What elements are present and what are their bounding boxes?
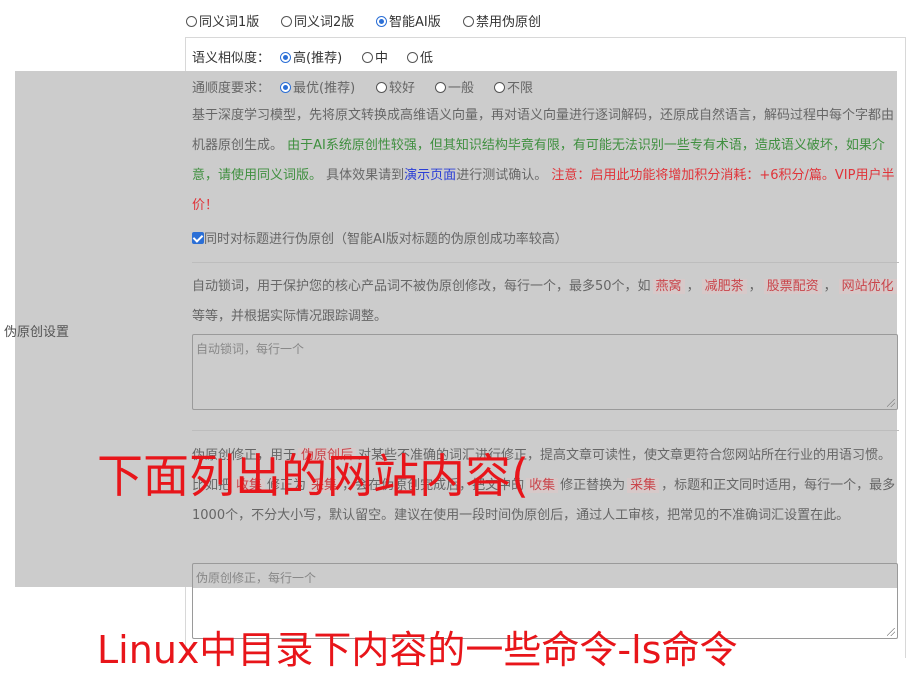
section-label: 伪原创设置 — [4, 325, 70, 340]
divider — [192, 430, 899, 431]
mode-option-synonym2[interactable]: 同义词2版 — [281, 11, 354, 30]
fluency-option-best[interactable]: 最优(推荐) — [280, 77, 355, 96]
demo-page-link[interactable]: 演示页面 — [404, 168, 456, 183]
mode-option-synonym1[interactable]: 同义词1版 — [186, 11, 259, 30]
resize-grip-icon[interactable] — [887, 399, 895, 407]
title-rewrite-checkbox[interactable]: 同时对标题进行伪原创（智能AI版对标题的伪原创成功率较高） — [192, 228, 568, 247]
radio-selected-icon[interactable] — [280, 82, 291, 93]
example-tag: 燕窝 — [652, 279, 685, 294]
lock-words-textarea[interactable]: 自动锁词，每行一个 — [192, 334, 898, 410]
fluency-option-good[interactable]: 较好 — [376, 77, 415, 96]
example-tag: 网站优化 — [838, 279, 897, 294]
mode-option-disable[interactable]: 禁用伪原创 — [463, 11, 541, 30]
frame-right-border — [905, 37, 906, 658]
ai-description: 基于深度学习模型，先将原文转换成高维语义向量，再对语义向量进行逐词解码，还原成自… — [192, 108, 895, 213]
similarity-option-medium[interactable]: 中 — [362, 47, 388, 66]
example-tag: 采集 — [627, 478, 660, 493]
mode-option-ai[interactable]: 智能AI版 — [376, 11, 441, 30]
radio-icon[interactable] — [376, 82, 387, 93]
radio-icon[interactable] — [281, 16, 292, 27]
lock-words-description: 自动锁词，用于保护您的核心产品词不被伪原创修改，每行一个，最多50个，如 燕窝，减… — [192, 272, 899, 332]
frame-top-border — [185, 37, 905, 38]
overlay-headline-1: 下面列出的网站内容( — [97, 449, 529, 503]
radio-icon[interactable] — [362, 52, 373, 63]
example-tag: 收集 — [526, 478, 559, 493]
radio-selected-icon[interactable] — [376, 16, 387, 27]
checkbox-checked-icon[interactable] — [192, 232, 204, 244]
example-tag: 股票配资 — [763, 279, 822, 294]
example-tag: 减肥茶 — [701, 279, 747, 294]
divider — [192, 262, 899, 263]
radio-icon[interactable] — [494, 82, 505, 93]
fluency-label: 通顺度要求： — [192, 81, 271, 96]
radio-icon[interactable] — [435, 82, 446, 93]
radio-icon[interactable] — [463, 16, 474, 27]
fluency-option-any[interactable]: 不限 — [494, 77, 533, 96]
resize-grip-icon[interactable] — [887, 628, 895, 636]
radio-icon[interactable] — [407, 52, 418, 63]
overlay-headline-2: Linux中目录下内容的一些命令-ls命令 — [97, 628, 738, 672]
radio-selected-icon[interactable] — [280, 52, 291, 63]
similarity-label: 语义相似度： — [192, 51, 271, 66]
radio-icon[interactable] — [186, 16, 197, 27]
fluency-option-normal[interactable]: 一般 — [435, 77, 474, 96]
similarity-option-high[interactable]: 高(推荐) — [280, 47, 342, 66]
similarity-option-low[interactable]: 低 — [407, 47, 433, 66]
